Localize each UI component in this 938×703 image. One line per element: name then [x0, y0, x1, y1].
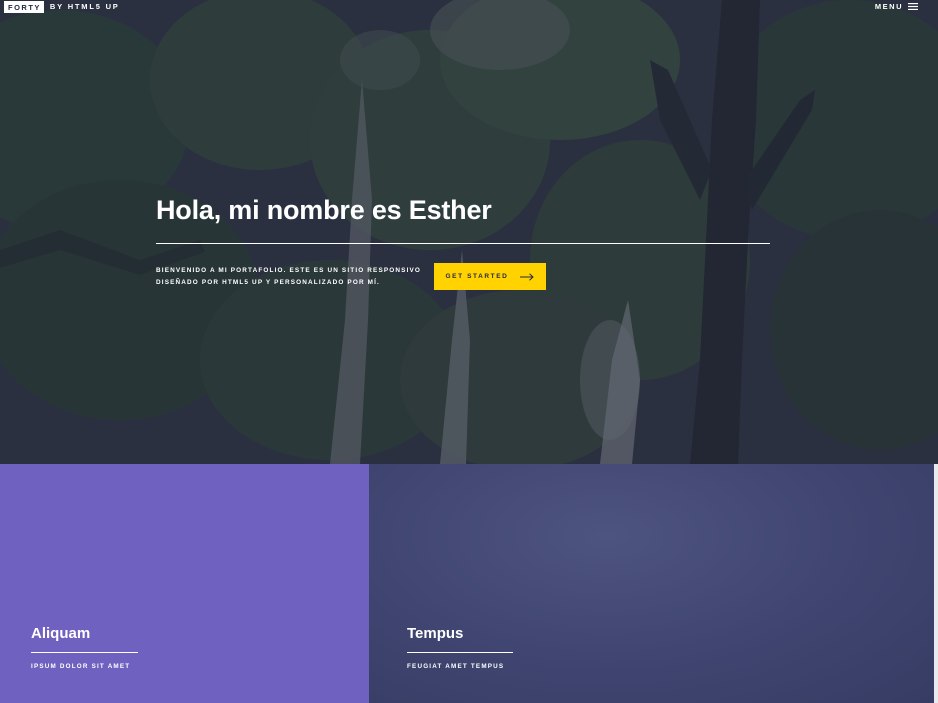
banner-content: Hola, mi nombre es Esther BIENVENIDO A M… — [156, 190, 770, 291]
menu-button[interactable]: MENU — [875, 2, 918, 11]
tile-aliquam-content: Aliquam IPSUM DOLOR SIT AMET — [31, 623, 138, 672]
get-started-button[interactable]: GET STARTED — [434, 263, 546, 290]
site-logo[interactable]: FORTY BY HTML5 UP — [4, 1, 120, 13]
arrow-right-icon — [520, 272, 535, 281]
tile-tempus[interactable]: Tempus FEUGIAT AMET TEMPUS — [369, 464, 934, 703]
tile-subtitle: IPSUM DOLOR SIT AMET — [31, 663, 131, 670]
logo-byline: BY HTML5 UP — [49, 2, 120, 11]
tile-title: Tempus — [407, 625, 464, 642]
title-divider — [156, 243, 770, 244]
tile-divider — [31, 652, 138, 653]
banner-row: BIENVENIDO A MI PORTAFOLIO. ESTE ES UN S… — [156, 263, 770, 291]
tile-title: Aliquam — [31, 625, 91, 642]
hamburger-icon — [908, 3, 918, 10]
logo-box-text: FORTY — [4, 1, 44, 13]
banner-description-line-2: DISEÑADO POR HTML5 UP Y PERSONALIZADO PO… — [156, 279, 380, 286]
banner-description-line-1: BIENVENIDO A MI PORTAFOLIO. ESTE ES UN S… — [156, 267, 422, 274]
page-title: Hola, mi nombre es Esther — [156, 195, 492, 225]
site-header: FORTY BY HTML5 UP MENU — [0, 0, 938, 14]
tile-divider — [407, 652, 513, 653]
tile-tempus-content: Tempus FEUGIAT AMET TEMPUS — [407, 623, 513, 672]
menu-label: MENU — [874, 2, 903, 11]
get-started-label: GET STARTED — [445, 273, 509, 280]
banner-description: BIENVENIDO A MI PORTAFOLIO. ESTE ES UN S… — [156, 265, 426, 289]
tile-subtitle: FEUGIAT AMET TEMPUS — [407, 663, 505, 670]
tile-aliquam[interactable]: Aliquam IPSUM DOLOR SIT AMET — [0, 464, 369, 703]
scroll-edge — [934, 464, 938, 703]
